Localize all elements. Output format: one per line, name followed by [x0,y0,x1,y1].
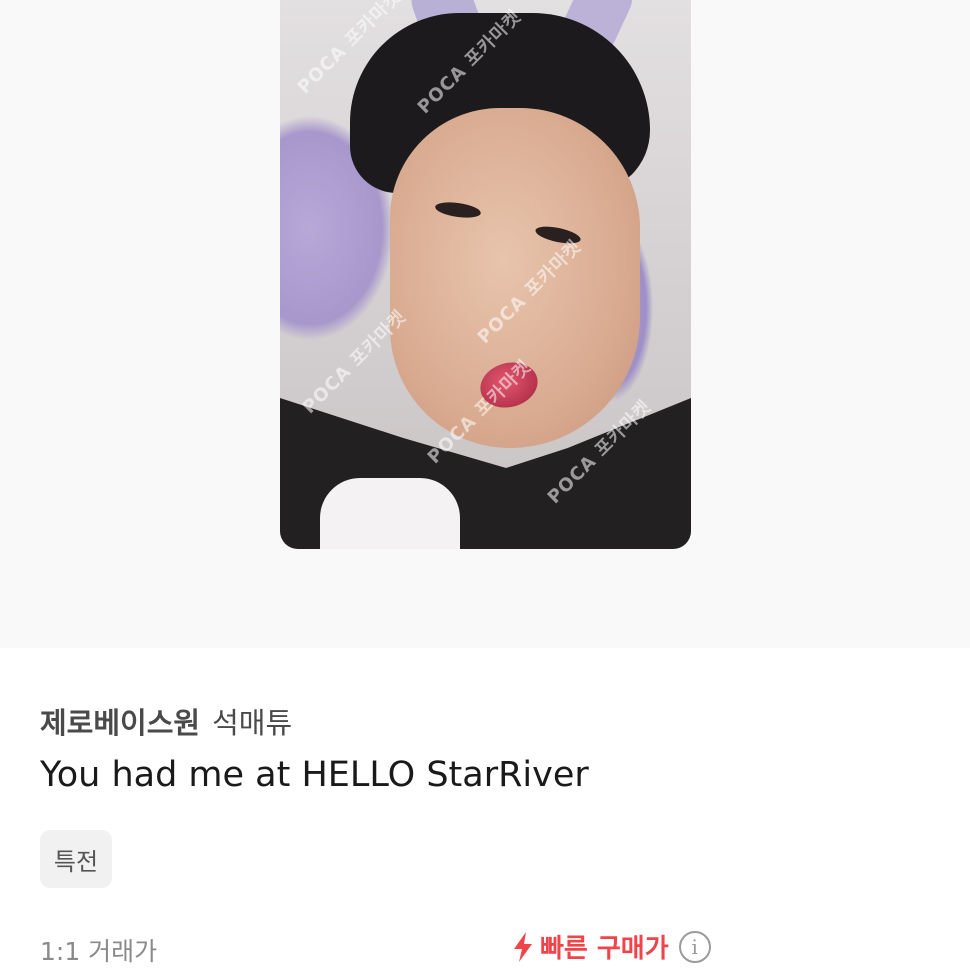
info-icon[interactable]: i [678,930,711,963]
product-image-area: POCA 포카마켓 POCA 포카마켓 POCA 포카마켓 POCA 포카마켓 … [0,0,970,648]
quick-buy-price[interactable]: 빠른 구매가 i [512,928,711,965]
artist-row: 제로베이스원 석매튜 [40,700,930,740]
price-row: 1:1 거래가 빠른 구매가 i [40,928,930,968]
album-title: You had me at HELLO StarRiver [40,755,589,795]
lightning-icon [514,931,532,962]
artist-name[interactable]: 제로베이스원 [40,700,200,742]
category-tag[interactable]: 특전 [40,830,112,888]
trade-price-label: 1:1 거래가 [40,937,158,966]
member-name[interactable]: 석매튜 [212,700,292,742]
photocard-image[interactable]: POCA 포카마켓 POCA 포카마켓 POCA 포카마켓 POCA 포카마켓 … [280,0,691,549]
quick-buy-label: 빠른 구매가 [540,934,669,964]
photo-tshirt [320,478,460,549]
product-info: 제로베이스원 석매튜 You had me at HELLO StarRiver [40,700,930,795]
